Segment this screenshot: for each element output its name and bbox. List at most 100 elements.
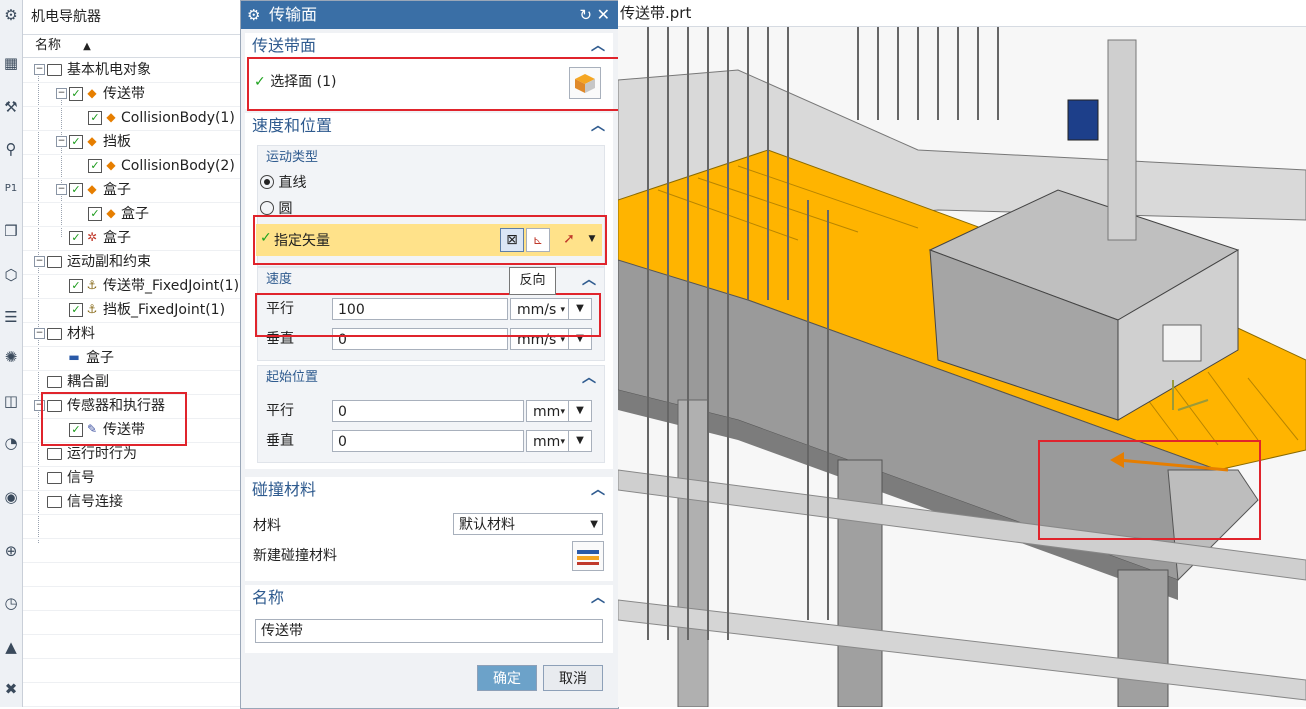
collapse-caret-icon[interactable]: ︿	[591, 585, 605, 611]
tree-row-joints[interactable]: − 运动副和约束	[23, 250, 240, 275]
collapse-icon[interactable]: −	[56, 136, 67, 147]
box-icon[interactable]: ◫	[1, 390, 21, 412]
tools-icon[interactable]: ✖	[1, 678, 21, 700]
group-header[interactable]: 起始位置 ︿	[258, 366, 604, 390]
material-select[interactable]: 默认材料 ▼	[453, 513, 603, 535]
select-face-row[interactable]: ✓ 选择面 (1)	[254, 71, 336, 91]
expression-dropdown-icon[interactable]: ▼	[568, 299, 591, 319]
cancel-button[interactable]: 取消	[543, 665, 603, 691]
visibility-checkbox[interactable]: ✓	[69, 423, 83, 437]
settings-icon[interactable]: ⚙	[1, 4, 21, 26]
start-perp-input[interactable]: 0	[332, 430, 524, 452]
tree-row-signals[interactable]: 信号	[23, 466, 240, 491]
collapse-icon[interactable]: −	[56, 184, 67, 195]
parameter-icon[interactable]: P1	[1, 178, 21, 200]
section-header[interactable]: 速度和位置 ︿	[245, 113, 613, 139]
specify-vector-row[interactable]: ✓ 指定矢量 ⊠ ⊾ ➚ ▼	[256, 224, 602, 256]
signal-icon[interactable]: ◉	[1, 486, 21, 508]
collapse-caret-icon[interactable]: ︿	[591, 113, 605, 139]
radio-line[interactable]: 直线	[260, 172, 306, 192]
close-icon[interactable]: ✕	[597, 1, 610, 29]
start-parallel-input[interactable]: 0	[332, 400, 524, 422]
speed-perp-unit[interactable]: mm/s ▾ ▼	[510, 328, 592, 350]
speed-parallel-input[interactable]: 100	[332, 298, 508, 320]
section-header[interactable]: 名称 ︿	[245, 585, 613, 611]
visibility-checkbox[interactable]: ✓	[69, 279, 83, 293]
empty-row	[23, 610, 240, 635]
collapse-icon[interactable]: −	[34, 400, 45, 411]
new-material-button[interactable]	[572, 541, 604, 571]
name-column-header[interactable]: 名称 ▲	[23, 35, 240, 58]
visibility-checkbox[interactable]: ✓	[88, 207, 102, 221]
part-icon[interactable]: ❒	[1, 220, 21, 242]
collapse-caret-icon[interactable]: ︿	[582, 268, 596, 292]
tree-row-collision-body-1[interactable]: ✓ ◆ CollisionBody(1)	[23, 106, 240, 131]
visibility-checkbox[interactable]: ✓	[69, 183, 83, 197]
tree-row-basic-objects[interactable]: − 基本机电对象	[23, 58, 240, 83]
tree-row-box-object-source[interactable]: ✓ ✲ 盒子	[23, 226, 240, 251]
expression-dropdown-icon[interactable]: ▼	[568, 431, 591, 451]
collapse-icon[interactable]: −	[56, 88, 67, 99]
reset-icon[interactable]: ↻	[579, 1, 592, 29]
tree-row-sensors-actuators[interactable]: − 传感器和执行器	[23, 394, 240, 419]
section-header[interactable]: 传送带面 ︿	[245, 33, 613, 59]
radio-button-selected[interactable]	[260, 175, 274, 189]
pie-icon[interactable]: ◔	[1, 432, 21, 454]
radio-circle[interactable]: 圆	[260, 198, 292, 218]
tree-row-box-material[interactable]: ▬ 盒子	[23, 346, 240, 371]
inspect-icon[interactable]: ⚲	[1, 138, 21, 160]
visibility-checkbox[interactable]: ✓	[88, 111, 102, 125]
mechatronics-navigator-icon[interactable]: ⬡	[1, 264, 21, 286]
globe-icon[interactable]: ⊕	[1, 540, 21, 562]
ok-button[interactable]: 确定	[477, 665, 537, 691]
tree-row-materials[interactable]: − 材料	[23, 322, 240, 347]
gear-icon[interactable]: ⚙	[247, 1, 260, 29]
tree-row-conveyor-fixed-joint[interactable]: ✓ ⚓ 传送带_FixedJoint(1)	[23, 274, 240, 299]
tree-row-baffle-fixed-joint[interactable]: ✓ ⚓ 挡板_FixedJoint(1)	[23, 298, 240, 323]
tree-row-couplers[interactable]: 耦合副	[23, 370, 240, 395]
collapse-caret-icon[interactable]: ︿	[582, 366, 596, 390]
visibility-checkbox[interactable]: ✓	[69, 303, 83, 317]
color-icon[interactable]: ▲	[1, 636, 21, 658]
tree-row-box-body[interactable]: − ✓ ◆ 盒子	[23, 178, 240, 203]
file-tab-title[interactable]: 传送带.prt	[618, 0, 1306, 27]
speed-perp-input[interactable]: 0	[332, 328, 508, 350]
collapse-caret-icon[interactable]: ︿	[591, 477, 605, 503]
visibility-checkbox[interactable]: ✓	[88, 159, 102, 173]
tree-row-collision-body-2[interactable]: ✓ ◆ CollisionBody(2)	[23, 154, 240, 179]
vector-dropdown-icon[interactable]: ▼	[586, 228, 598, 250]
tree-row-signal-connections[interactable]: 信号连接	[23, 490, 240, 515]
expression-dropdown-icon[interactable]: ▼	[568, 401, 591, 421]
visibility-checkbox[interactable]: ✓	[69, 87, 83, 101]
inferred-vector-icon[interactable]: ➚	[558, 228, 580, 250]
radio-button[interactable]	[260, 201, 274, 215]
reverse-direction-icon[interactable]: ⊠	[500, 228, 524, 252]
tree-label: 运动副和约束	[67, 254, 151, 270]
tree-label: 盒子	[121, 206, 149, 222]
start-parallel-unit[interactable]: mm ▾ ▼	[526, 400, 592, 422]
collapse-icon[interactable]: −	[34, 256, 45, 267]
collapse-icon[interactable]: −	[34, 328, 45, 339]
expression-dropdown-icon[interactable]: ▼	[568, 329, 591, 349]
tree-row-conveyor-body[interactable]: − ✓ ◆ 传送带	[23, 82, 240, 107]
section-header[interactable]: 碰撞材料 ︿	[245, 477, 613, 503]
tree-row-runtime-behavior[interactable]: 运行时行为	[23, 442, 240, 467]
tree-row-baffle[interactable]: − ✓ ◆ 挡板	[23, 130, 240, 155]
constraint-navigator-icon[interactable]: ⚒	[1, 96, 21, 118]
graphics-viewport[interactable]: 传送带.prt	[618, 0, 1306, 707]
start-perp-unit[interactable]: mm ▾ ▼	[526, 430, 592, 452]
tree-row-box-collision[interactable]: ✓ ◆ 盒子	[23, 202, 240, 227]
select-face-button[interactable]	[569, 67, 601, 99]
tree-row-transport-surface[interactable]: ✓ ✎ 传送带	[23, 418, 240, 443]
clock-icon[interactable]: ◷	[1, 592, 21, 614]
library-icon[interactable]: ☰	[1, 306, 21, 328]
speed-parallel-unit[interactable]: mm/s ▾ ▼	[510, 298, 592, 320]
collapse-icon[interactable]: −	[34, 64, 45, 75]
csys-dialog-icon[interactable]: ⊾	[526, 228, 550, 252]
visibility-checkbox[interactable]: ✓	[69, 231, 83, 245]
collapse-caret-icon[interactable]: ︿	[591, 33, 605, 59]
name-input[interactable]: 传送带	[255, 619, 603, 643]
sensor-icon[interactable]: ✺	[1, 346, 21, 368]
assembly-navigator-icon[interactable]: ▦	[1, 52, 21, 74]
visibility-checkbox[interactable]: ✓	[69, 135, 83, 149]
